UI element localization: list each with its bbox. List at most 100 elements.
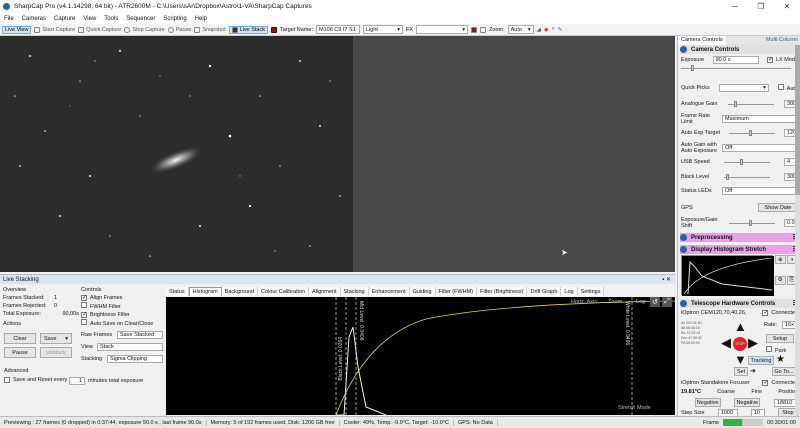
save-reset-minutes-input[interactable]: 1 [69,377,85,385]
clear-button[interactable]: Clear [4,333,36,344]
save-reset-checkbox[interactable]: Save and Reset every [4,377,67,383]
menu-file[interactable]: File [0,16,18,22]
mount-connected-checkbox[interactable]: Connected [762,310,798,316]
tab-status[interactable]: Status [166,287,189,296]
arrow-right-icon[interactable]: ▶ [748,335,758,351]
arrow-left-icon[interactable]: ◀ [721,335,731,351]
fx-select[interactable]: ▾ [416,25,469,34]
tab-colour-calibration[interactable]: Colour Calibration [258,287,310,296]
minimize-icon[interactable]: ─ [722,0,748,13]
autosave-checkbox[interactable]: Auto Save on Clear/Close [81,319,165,328]
section-camera-controls[interactable]: Camera Controls [680,45,798,54]
menu-cameras[interactable]: Cameras [18,16,50,22]
fwhm-filter-checkbox[interactable]: FWHM Filter [81,302,165,311]
histogram-icon[interactable]: ◢ [537,27,541,33]
tab-camera-controls[interactable]: Camera Controls [678,36,726,45]
unstack-button[interactable]: Unstack [40,347,72,358]
align-frames-checkbox[interactable]: Align Frames [81,294,165,302]
goto-button[interactable]: Go To... [772,367,796,376]
stretch-mode-label[interactable]: Stretch Mode [618,405,651,411]
zoom-select[interactable]: Auto ▾ [507,25,534,34]
focuser-connected-checkbox[interactable]: Connected [762,380,798,386]
stacking-select[interactable]: Sigma Clipping [107,355,163,363]
histogram-chart[interactable]: Black Level: 0.0264 Mid Level: 0.0408 Wh… [166,297,675,415]
tab-filter-brightness[interactable]: Filter (Brightness) [477,287,528,296]
tab-log[interactable]: Log [561,287,578,296]
tracking-button[interactable]: Tracking [748,356,774,365]
target-icon[interactable]: ◉ [544,27,549,33]
histogram-zoom-toggle[interactable]: Zoom [608,299,622,305]
exp-gain-slider[interactable] [728,220,775,226]
menu-view[interactable]: View [79,16,100,22]
stretch-link-icon[interactable]: ⚙ [775,275,786,285]
setup-button[interactable]: Setup [766,334,794,343]
exposure-slider[interactable] [681,65,791,71]
histogram-stretch-chart[interactable] [681,255,774,296]
menu-sequencer[interactable]: Sequencer [122,16,159,22]
raw-frames-select[interactable]: Save Stacked [117,331,163,339]
snapshot-button[interactable]: Snapshot [194,26,226,33]
quick-capture-button[interactable]: Quick Capture [78,26,121,33]
pause-stack-button[interactable]: Pause [4,347,36,358]
histogram-expand-icon[interactable]: ⤢ [662,297,672,307]
set-button[interactable]: Set [734,367,748,376]
fine-negative-button[interactable]: Negative [734,398,761,407]
live-view-image-raw[interactable]: ➤ [353,36,675,272]
auto-exp-slider[interactable] [729,130,776,136]
start-capture-button[interactable]: Start Capture [34,26,75,33]
show-date-button[interactable]: Show Date [758,203,798,212]
menu-capture[interactable]: Capture [50,16,79,22]
section-preprocessing[interactable]: Preprocessing☰ [680,233,798,242]
menu-tools[interactable]: Tools [100,16,122,22]
histogram-reset-icon[interactable]: ↺ [650,297,660,307]
stop-button[interactable]: STOP [733,337,747,351]
menu-help[interactable]: Help [191,16,211,22]
live-stack-button[interactable]: Live Stack [228,25,268,34]
arrow-up-icon[interactable]: ▲ [734,319,747,334]
section-telescope[interactable]: Telescope Hardware Controls☰ [680,299,798,308]
tab-guiding[interactable]: Guiding [409,287,436,296]
magnifier-icon[interactable]: ⌕ [552,26,555,33]
menu-scripting[interactable]: Scripting [159,16,190,22]
grid-icon[interactable] [480,26,487,33]
quick-picks-select[interactable]: ▾ [718,84,769,92]
reticle-icon[interactable] [471,26,478,33]
frame-type-select[interactable]: Light ▾ [363,25,403,34]
brightness-filter-checkbox[interactable]: Brightness Filter [81,311,165,319]
auto-gain-select[interactable]: Off [722,144,798,152]
tab-histogram[interactable]: Histogram [188,287,222,296]
save-button[interactable]: Save ▾ [40,333,72,344]
black-level-slider[interactable] [723,174,770,180]
stretch-auto-icon[interactable]: ⊕ [775,255,786,264]
pause-button[interactable]: Pause [167,26,191,33]
park-checkbox[interactable]: Park [766,346,786,354]
tab-stacking[interactable]: Stacking [340,287,369,296]
view-select[interactable]: Stack [97,343,163,351]
tab-background[interactable]: Background [221,287,259,296]
histogram-log-toggle[interactable]: Log [636,299,645,305]
frame-rate-select[interactable]: Maximum [722,115,798,123]
maximize-icon[interactable]: ❐ [748,0,774,13]
pin-icon[interactable]: ✎ [558,27,563,33]
arrow-down-icon[interactable]: ▼ [734,352,747,367]
status-leds-select[interactable]: Off [722,187,798,195]
stop-capture-button[interactable]: Stop Capture [124,26,165,33]
tab-drift-graph[interactable]: Drift Graph [527,287,562,296]
colour-icon[interactable] [270,26,277,33]
tab-settings[interactable]: Settings [577,287,605,296]
right-panel-scrollbar[interactable] [795,45,800,415]
tab-enhancement[interactable]: Enhancement [368,287,410,296]
sync-arrow-icon[interactable]: ➜ [750,367,756,375]
exposure-slider-row[interactable] [681,65,798,71]
exposure-input[interactable]: 90.0 s [712,56,759,64]
target-name-input[interactable]: M106 C9 f7 S1 [316,25,360,34]
tab-alignment[interactable]: Alignment [309,287,341,296]
close-icon[interactable]: ✕ [774,0,800,13]
live-view-button[interactable]: Live View [2,25,32,34]
lx-mode-checkbox[interactable]: LX Mode [766,57,798,63]
gain-slider[interactable] [727,101,774,107]
live-view-image-stacked[interactable] [0,36,353,272]
star-icon[interactable]: ★ [776,354,785,365]
pin-icon[interactable]: ▪ ✕ [662,276,675,283]
coarse-negative-button[interactable]: Negative [694,398,721,407]
